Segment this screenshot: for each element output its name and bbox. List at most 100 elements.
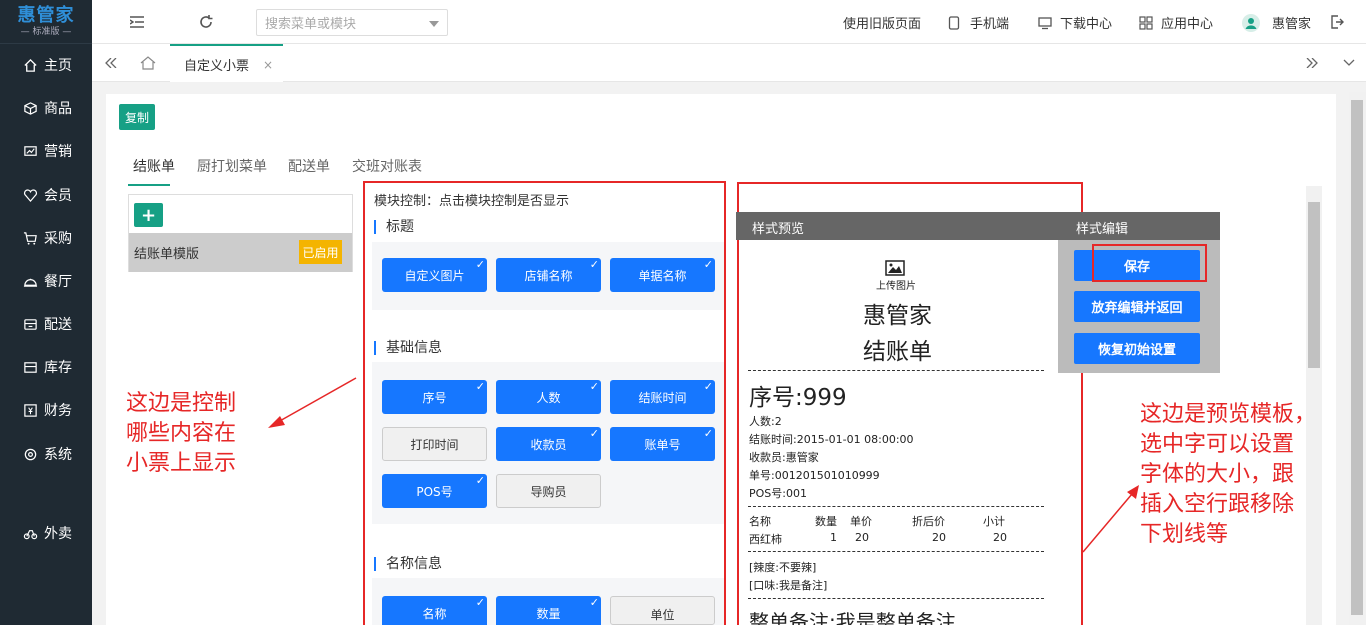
- sidebar-item-takeaway[interactable]: 外卖: [0, 515, 92, 551]
- receipt-store-name[interactable]: 惠管家: [863, 296, 932, 330]
- receipt-remark[interactable]: 整单备注:我是整单备注: [749, 606, 956, 625]
- sidebar-item-system[interactable]: 系统: [0, 436, 92, 472]
- toggle-unit[interactable]: 单位: [610, 596, 715, 625]
- col-subtotal[interactable]: 小计: [983, 513, 1005, 529]
- bike-icon: [22, 525, 38, 541]
- search-select[interactable]: 搜索菜单或模块: [256, 9, 448, 36]
- receipt-bill-no[interactable]: 单号:001201501010999: [749, 467, 880, 483]
- col-name[interactable]: 名称: [749, 513, 771, 529]
- home-icon: [22, 57, 38, 73]
- mobile-link[interactable]: 手机端: [948, 13, 1009, 32]
- toggle-print-time[interactable]: 打印时间: [382, 427, 487, 461]
- subtab-shift[interactable]: 交班对账表: [352, 156, 422, 176]
- col-qty[interactable]: 数量: [815, 513, 837, 529]
- sidebar-item-delivery[interactable]: 配送: [0, 306, 92, 342]
- receipt-doc-name[interactable]: 结账单: [863, 332, 932, 366]
- sidebar-item-label: 主页: [44, 58, 72, 74]
- preview-header: 样式预览 样式编辑: [736, 212, 1220, 240]
- apps-link[interactable]: 应用中心: [1139, 13, 1213, 32]
- page-scrollbar-thumb[interactable]: [1351, 100, 1363, 615]
- sidebar-item-member[interactable]: 会员: [0, 177, 92, 213]
- old-version-link[interactable]: 使用旧版页面: [843, 13, 921, 32]
- menu-collapse-icon[interactable]: [128, 13, 146, 31]
- toggle-custom-image[interactable]: 自定义图片 ✓: [382, 258, 487, 292]
- annotation-line: 哪些内容在: [126, 421, 237, 446]
- check-icon: ✓: [589, 427, 599, 440]
- check-icon: ✓: [589, 596, 599, 609]
- cell-subtotal[interactable]: 20: [993, 531, 1007, 544]
- toggle-store-name[interactable]: 店铺名称 ✓: [496, 258, 601, 292]
- receipt-people[interactable]: 人数:2: [749, 413, 782, 429]
- scroll-left-icon[interactable]: [102, 54, 120, 72]
- receipt-serial[interactable]: 序号:999: [749, 378, 847, 412]
- cell-discount-price[interactable]: 20: [932, 531, 946, 544]
- check-icon: ✓: [703, 427, 713, 440]
- scroll-right-icon[interactable]: [1303, 54, 1321, 72]
- chevron-down-icon: [429, 21, 439, 27]
- toggle-cashier[interactable]: 收款员 ✓: [496, 427, 601, 461]
- col-price[interactable]: 单价: [850, 513, 872, 529]
- toggle-doc-name[interactable]: 单据名称 ✓: [610, 258, 715, 292]
- avatar: [1242, 13, 1260, 32]
- annotation-line: 这边是预览模板，: [1140, 402, 1317, 427]
- cell-price[interactable]: 20: [855, 531, 869, 544]
- logo-text: 惠管家: [17, 4, 75, 26]
- inner-scrollbar-thumb[interactable]: [1308, 202, 1320, 368]
- sidebar-item-purchase[interactable]: 采购: [0, 220, 92, 256]
- add-template-button[interactable]: +: [134, 203, 163, 227]
- discard-button[interactable]: 放弃编辑并返回: [1074, 291, 1200, 322]
- toggle-checkout-time[interactable]: 结账时间 ✓: [610, 380, 715, 414]
- divider: [748, 551, 1044, 552]
- sidebar-item-inventory[interactable]: 库存: [0, 349, 92, 385]
- toggle-quantity[interactable]: 数量 ✓: [496, 596, 601, 625]
- annotation-line: 这边是控制: [126, 391, 237, 416]
- cell-qty[interactable]: 1: [830, 531, 837, 544]
- sidebar-item-marketing[interactable]: 营销: [0, 133, 92, 169]
- receipt-spicy[interactable]: [辣度:不要辣]: [749, 559, 816, 575]
- home-tab-icon[interactable]: [139, 54, 157, 72]
- sidebar-item-label: 外卖: [44, 526, 72, 542]
- user-menu[interactable]: 惠管家: [1242, 13, 1311, 32]
- toggle-pos-no[interactable]: POS号 ✓: [382, 474, 487, 508]
- sidebar-item-label: 营销: [44, 144, 72, 160]
- copy-button[interactable]: 复制: [119, 104, 155, 130]
- refresh-icon[interactable]: [197, 13, 215, 31]
- annotation-line: 字体的大小，跟: [1140, 462, 1295, 487]
- sidebar-item-home[interactable]: 主页: [0, 47, 92, 83]
- toggle-people[interactable]: 人数 ✓: [496, 380, 601, 414]
- sidebar-item-goods[interactable]: 商品: [0, 90, 92, 126]
- tab-custom-receipt[interactable]: 自定义小票 ×: [170, 44, 283, 82]
- toggle-serial[interactable]: 序号 ✓: [382, 380, 487, 414]
- sidebar-item-finance[interactable]: 财务: [0, 392, 92, 428]
- logo[interactable]: 惠管家 — 标准版 —: [0, 0, 92, 44]
- col-discount-price[interactable]: 折后价: [912, 513, 945, 529]
- sidebar: 惠管家 — 标准版 — 主页 商品 营销 会员 采购 餐厅 配送 库存 财务 系…: [0, 0, 92, 625]
- reset-button[interactable]: 恢复初始设置: [1074, 333, 1200, 364]
- section-names-heading: 名称信息: [374, 557, 442, 571]
- upload-image-label[interactable]: 上传图片: [876, 277, 916, 292]
- toggle-item-name[interactable]: 名称 ✓: [382, 596, 487, 625]
- close-icon[interactable]: ×: [263, 58, 273, 72]
- page-scrollbar[interactable]: [1349, 92, 1366, 625]
- sidebar-item-restaurant[interactable]: 餐厅: [0, 263, 92, 299]
- receipt-cashier[interactable]: 收款员:惠管家: [749, 449, 819, 465]
- logout-icon[interactable]: [1328, 13, 1346, 31]
- user-name: 惠管家: [1272, 17, 1312, 32]
- chevron-down-icon[interactable]: [1340, 54, 1358, 72]
- subtab-kitchen[interactable]: 厨打划菜单: [197, 156, 267, 176]
- toggle-bill-no[interactable]: 账单号 ✓: [610, 427, 715, 461]
- template-item[interactable]: 结账单模版 已启用: [129, 233, 352, 272]
- subtab-delivery[interactable]: 配送单: [288, 156, 330, 176]
- receipt-checkout-time[interactable]: 结账时间:2015-01-01 08:00:00: [749, 431, 914, 447]
- cell-name[interactable]: 西红柿: [749, 531, 782, 547]
- box-icon: [22, 100, 38, 116]
- phone-icon: [948, 15, 962, 30]
- subtab-checkout[interactable]: 结账单: [133, 156, 175, 176]
- download-link[interactable]: 下载中心: [1038, 13, 1112, 32]
- toggle-label: 自定义图片: [404, 268, 465, 283]
- toggle-label: 名称: [422, 606, 447, 621]
- toggle-shopping-guide[interactable]: 导购员: [496, 474, 601, 508]
- receipt-pos-no[interactable]: POS号:001: [749, 485, 807, 501]
- sidebar-item-label: 系统: [44, 447, 72, 463]
- receipt-taste[interactable]: [口味:我是备注]: [749, 577, 827, 593]
